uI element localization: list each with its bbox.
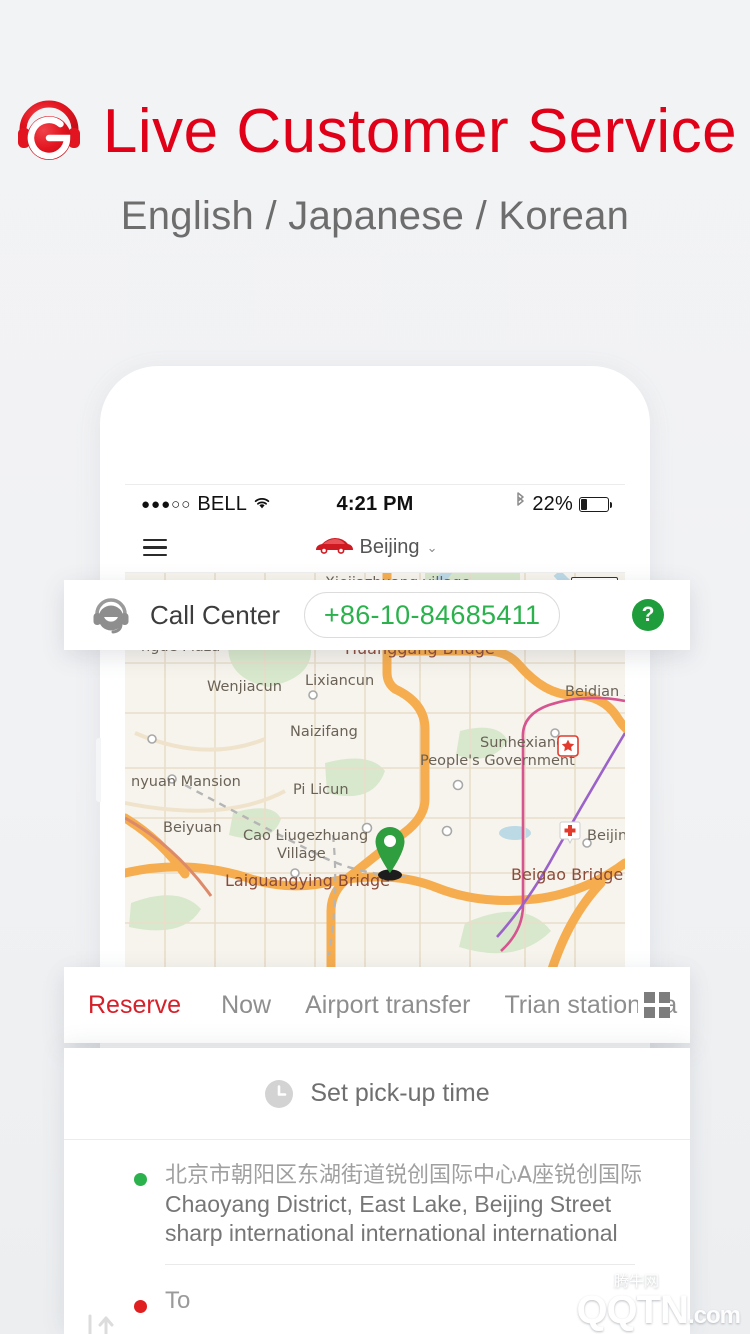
chevron-down-icon: ⌄: [426, 539, 438, 555]
set-pickup-time-label: Set pick-up time: [310, 1079, 490, 1107]
watermark: QQTN.com 腾牛网: [514, 1268, 741, 1332]
promo-title-row: Live Customer Service: [0, 96, 750, 168]
headset-support-icon: [90, 594, 132, 636]
map-label: Beigao Bridge: [511, 865, 624, 884]
map-label: Beiyuan: [163, 820, 222, 836]
bluetooth-icon: [515, 492, 526, 516]
from-address-cn: 北京市朝阳区东湖街道锐创国际中心A座锐创国际: [165, 1163, 643, 1188]
map-label: Laiguangying Bridge: [225, 871, 391, 890]
tab-now[interactable]: Now: [221, 991, 271, 1020]
battery-icon: [579, 496, 612, 512]
from-address-text: 北京市朝阳区东湖街道锐创国际中心A座锐创国际 Chaoyang District…: [165, 1162, 642, 1248]
location-pin-icon: [368, 823, 412, 881]
map-label: Sunhexiang: [480, 735, 566, 751]
swap-vertical-icon[interactable]: [80, 1312, 116, 1334]
map-label: Beijin: [587, 828, 625, 844]
promo-subtitle: English / Japanese / Korean: [120, 194, 630, 238]
wifi-icon: [253, 493, 271, 516]
call-center-phone-button[interactable]: +86-10-84685411: [304, 592, 561, 638]
set-pickup-time-button[interactable]: Set pick-up time: [64, 1048, 690, 1140]
watermark-text: QQTN.com: [576, 1288, 741, 1332]
map-label: Cao Liugezhuang: [243, 828, 369, 844]
city-label: Beijing: [359, 536, 420, 558]
map-label: Naizifang: [290, 724, 358, 740]
carrier-label: BELL: [197, 492, 248, 515]
signal-dots-icon: ●●●○○: [141, 495, 192, 513]
phone-side-button: [96, 738, 101, 802]
page-title: Live Customer Service: [102, 97, 738, 166]
page-root: Live Customer Service English / Japanese…: [0, 0, 750, 1334]
from-address-row[interactable]: 北京市朝阳区东湖街道锐创国际中心A座锐创国际 Chaoyang District…: [134, 1162, 690, 1248]
map-label: Beidian X: [565, 684, 625, 700]
from-address-en-line1: Chaoyang District, East Lake, Beijing St…: [165, 1190, 612, 1217]
service-tabs-card[interactable]: Reserve Now Airport transfer Trian stati…: [64, 967, 690, 1043]
watermark-suffix: .com: [687, 1302, 741, 1329]
clock-icon: [264, 1079, 294, 1109]
map-label: Pi Licun: [293, 782, 349, 798]
address-divider: [165, 1263, 635, 1265]
tab-airport-transfer[interactable]: Airport transfer: [305, 991, 470, 1020]
call-center-phone-number: +86-10-84685411: [323, 599, 541, 630]
battery-percent: 22%: [532, 492, 573, 515]
from-dot-icon: [134, 1173, 147, 1186]
hamburger-menu-icon[interactable]: [143, 538, 167, 557]
app-navbar: Beijing ⌄: [125, 523, 625, 573]
government-star-icon: [557, 735, 579, 757]
promo-header: Live Customer Service English / Japanese…: [0, 96, 750, 239]
map-label: nyuan Mansion: [131, 774, 241, 790]
map-label: Wenjiacun: [207, 679, 282, 695]
car-icon: [313, 535, 353, 560]
watermark-badge: 腾牛网: [606, 1268, 666, 1293]
call-center-card[interactable]: Call Center +86-10-84685411 ?: [64, 580, 690, 650]
status-bar: ●●●○○ BELL 4:21 PM 22%: [125, 485, 625, 523]
watermark-name: QQTN: [576, 1288, 689, 1332]
tab-reserve[interactable]: Reserve: [88, 991, 181, 1020]
city-selector[interactable]: Beijing ⌄: [125, 535, 625, 560]
to-address-placeholder: To: [165, 1286, 191, 1314]
map-label: Village: [277, 846, 326, 862]
status-time: 4:21 PM: [336, 492, 414, 515]
help-badge[interactable]: ?: [632, 599, 664, 631]
from-address-en-line2: sharp international international intern…: [165, 1219, 618, 1246]
grid-dots-icon[interactable]: [638, 992, 670, 1018]
headset-icon: [13, 96, 85, 168]
hospital-cross-icon: [559, 821, 581, 845]
map-label: People's Government: [420, 753, 575, 769]
map-label: Lixiancun: [305, 673, 375, 689]
qqtn-logo-icon: [514, 1272, 572, 1330]
to-dot-icon: [134, 1299, 147, 1313]
call-center-label: Call Center: [150, 599, 281, 630]
